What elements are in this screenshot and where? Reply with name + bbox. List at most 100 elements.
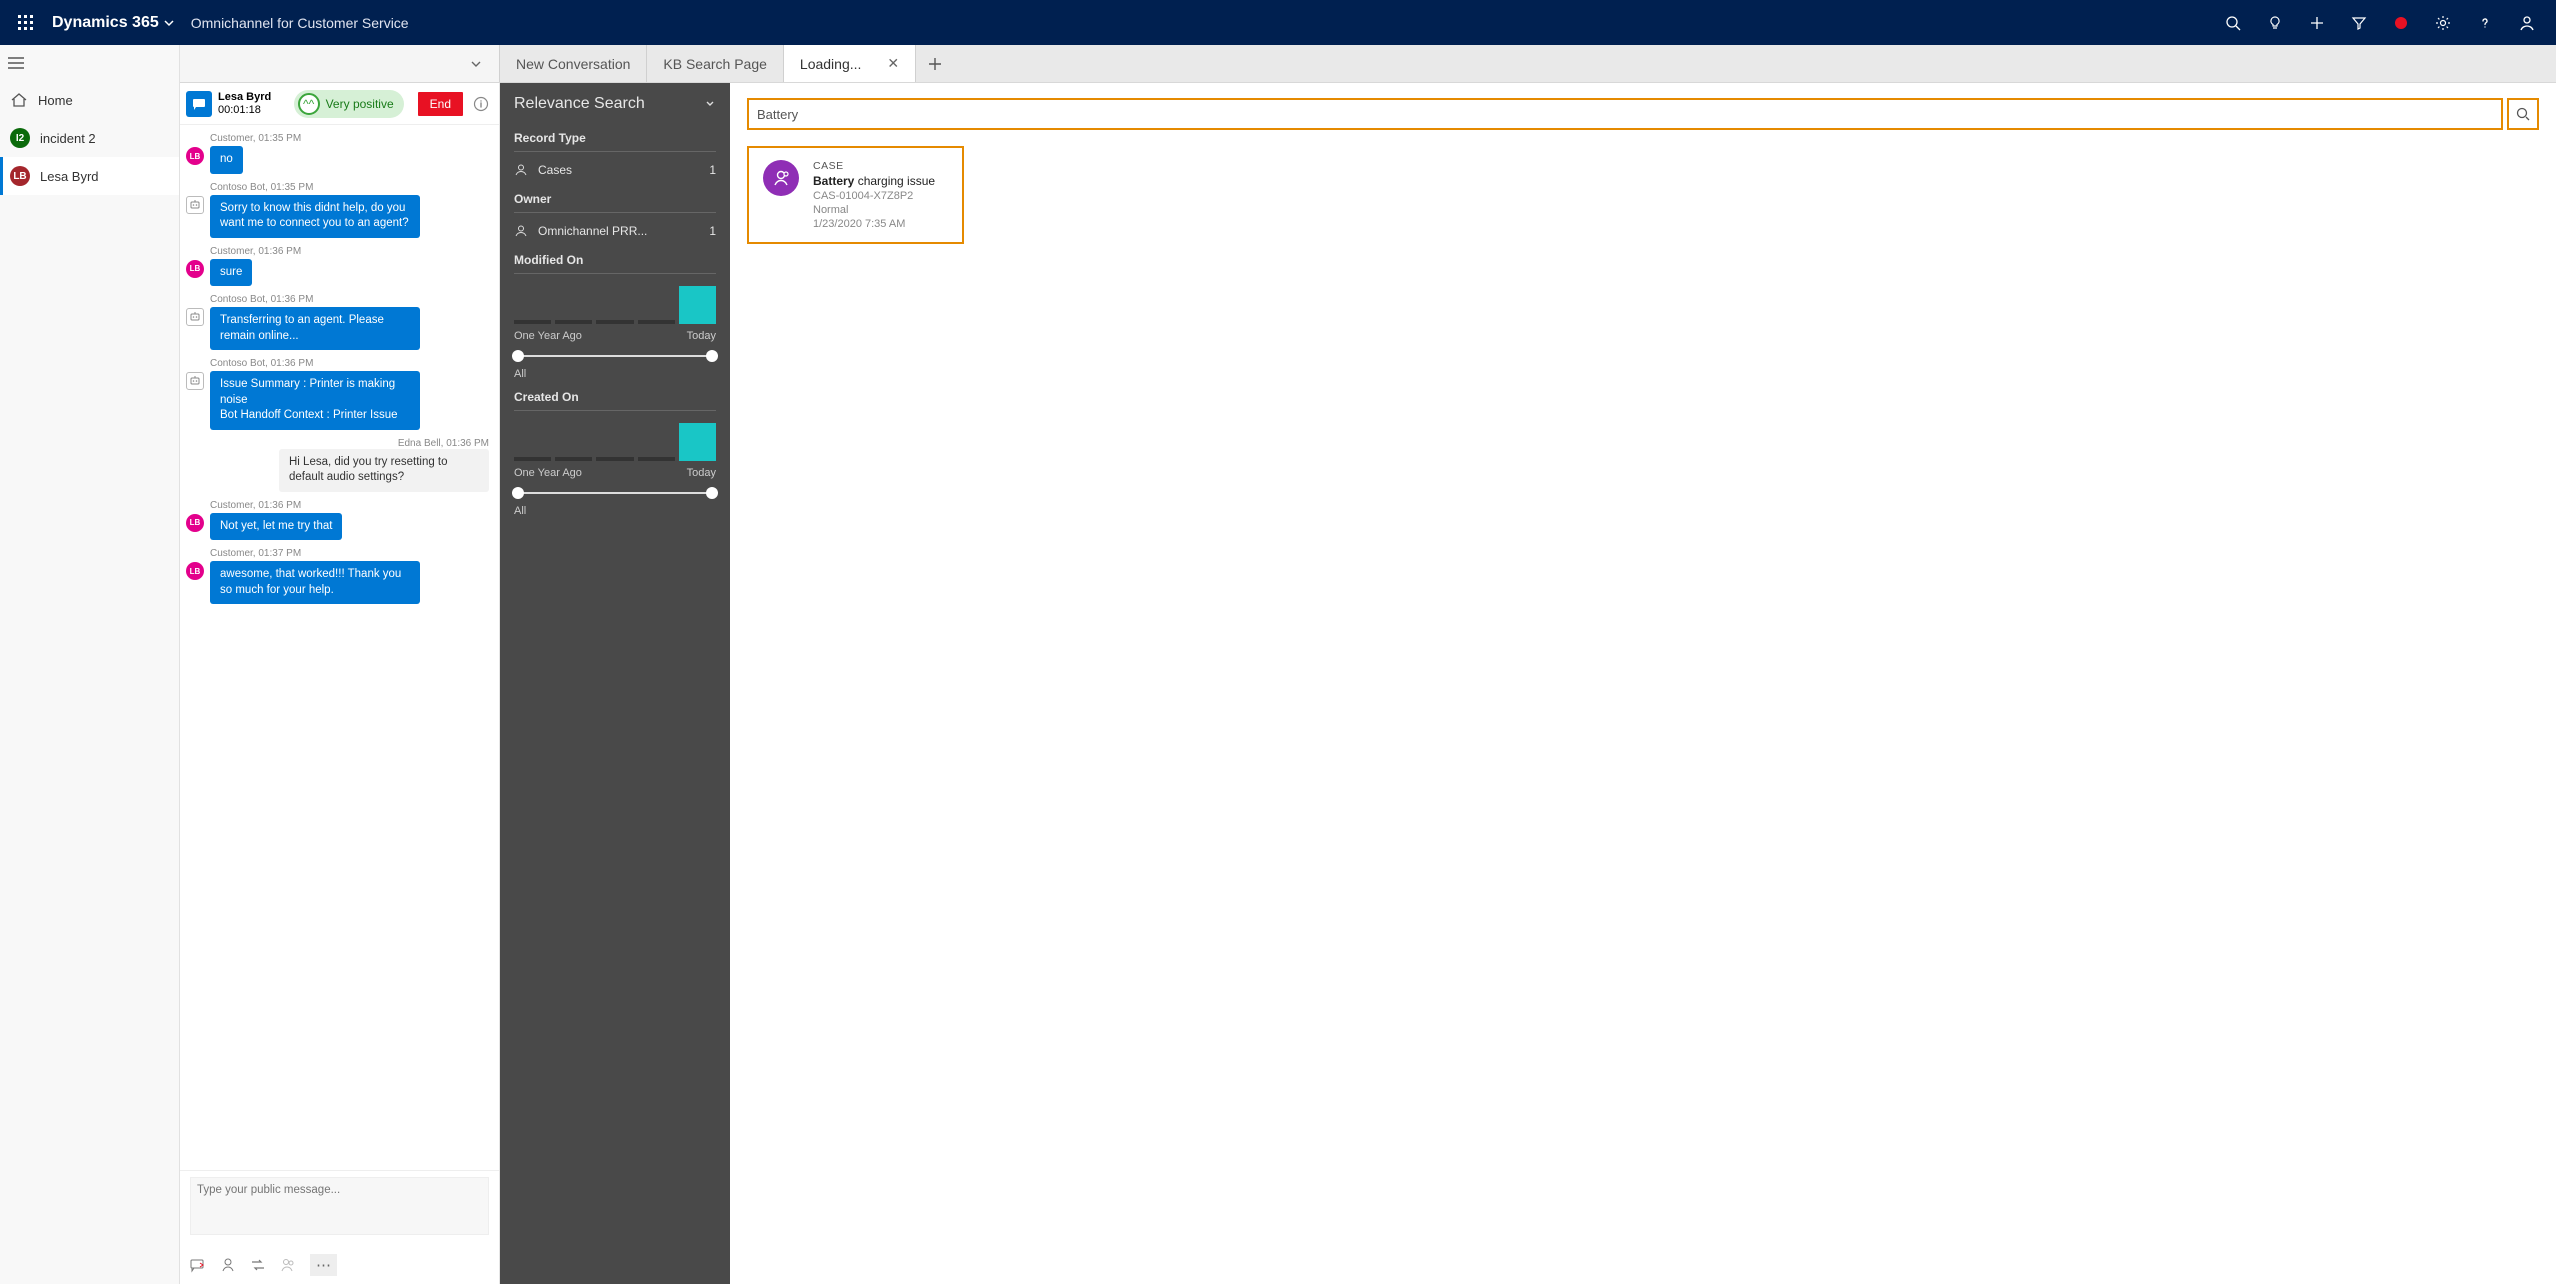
msg-bubble: no	[210, 146, 243, 174]
msg-meta: Customer, 01:36 PM	[210, 500, 342, 511]
message-input[interactable]	[190, 1177, 489, 1235]
axis-right: Today	[687, 467, 716, 479]
sidebar-item-conversation[interactable]: LB Lesa Byrd	[0, 157, 179, 195]
session-picker[interactable]	[180, 45, 500, 82]
relevance-title-text: Relevance Search	[514, 95, 645, 113]
sidebar-item-label: Lesa Byrd	[40, 169, 99, 184]
close-icon[interactable]: ✕	[887, 55, 899, 72]
conversation-header: Lesa Byrd 00:01:18 ^^ Very positive End	[180, 83, 499, 125]
conversation-body[interactable]: LB Customer, 01:35 PM no Contoso Bot, 01:3…	[180, 125, 499, 1170]
filter-count: 1	[709, 163, 716, 177]
axis-left: One Year Ago	[514, 467, 582, 479]
bot-icon	[186, 196, 204, 214]
sidebar-item-incident[interactable]: I2 incident 2	[0, 119, 179, 157]
quick-reply-icon[interactable]	[190, 1257, 206, 1273]
account-icon[interactable]	[2506, 2, 2548, 44]
msg-meta: Contoso Bot, 01:36 PM	[210, 294, 420, 305]
bot-icon	[186, 372, 204, 390]
avatar: LB	[10, 166, 30, 186]
filter-label: Cases	[538, 163, 572, 177]
avatar: LB	[186, 514, 204, 532]
axis-left: One Year Ago	[514, 330, 582, 342]
info-icon[interactable]	[469, 96, 493, 112]
result-date: 1/23/2020 7:35 AM	[813, 218, 935, 230]
filter-owner[interactable]: Omnichannel PRR... 1	[514, 219, 716, 243]
msg-bubble: Sorry to know this didnt help, do you wa…	[210, 195, 420, 238]
filter-icon[interactable]	[2338, 2, 2380, 44]
sidebar-item-home[interactable]: Home	[0, 81, 179, 119]
brand-switcher[interactable]: Dynamics 365	[52, 14, 175, 32]
record-type-heading: Record Type	[514, 131, 716, 145]
result-caseno: CAS-01004-X7Z8P2	[813, 190, 935, 202]
avatar: I2	[10, 128, 30, 148]
avatar: LB	[186, 147, 204, 165]
lightbulb-icon[interactable]	[2254, 2, 2296, 44]
end-button[interactable]: End	[418, 92, 463, 116]
chevron-down-icon	[163, 17, 175, 29]
chevron-down-icon	[469, 57, 483, 71]
result-title: Battery charging issue	[813, 174, 935, 188]
search-input[interactable]	[748, 99, 2502, 129]
new-tab-button[interactable]	[916, 45, 954, 82]
filter-count: 1	[709, 224, 716, 238]
app-name: Omnichannel for Customer Service	[191, 15, 409, 31]
modified-histogram	[514, 280, 716, 324]
modified-slider[interactable]	[514, 348, 716, 364]
home-icon	[10, 91, 28, 109]
customer-name: Lesa Byrd	[218, 91, 271, 103]
transfer-icon[interactable]	[250, 1257, 266, 1273]
msg-meta: Customer, 01:35 PM	[210, 133, 301, 144]
gear-icon[interactable]	[2422, 2, 2464, 44]
person-icon	[514, 224, 528, 238]
msg-meta: Contoso Bot, 01:35 PM	[210, 182, 420, 193]
msg-bubble: sure	[210, 259, 252, 287]
created-slider[interactable]	[514, 485, 716, 501]
person-icon	[514, 163, 528, 177]
more-icon[interactable]: ⋯	[310, 1254, 337, 1276]
notes-icon[interactable]	[280, 1257, 296, 1273]
owner-heading: Owner	[514, 192, 716, 206]
brand-label: Dynamics 365	[52, 14, 159, 32]
relevance-title[interactable]: Relevance Search	[514, 95, 716, 113]
avatar: LB	[186, 260, 204, 278]
sidebar-item-label: incident 2	[40, 131, 96, 146]
search-results-panel: CASE Battery charging issue CAS-01004-X7…	[730, 83, 2556, 1284]
axis-right: Today	[687, 330, 716, 342]
tab-new-conversation[interactable]: New Conversation	[500, 45, 647, 82]
msg-meta: Customer, 01:36 PM	[210, 246, 301, 257]
help-icon[interactable]	[2464, 2, 2506, 44]
sidebar-item-label: Home	[38, 93, 73, 108]
add-icon[interactable]	[2296, 2, 2338, 44]
conversation-panel: Lesa Byrd 00:01:18 ^^ Very positive End …	[180, 83, 500, 1284]
msg-bubble: awesome, that worked!!! Thank you so muc…	[210, 561, 420, 604]
chevron-down-icon	[704, 98, 716, 110]
tab-loading[interactable]: Loading... ✕	[784, 45, 916, 82]
consult-icon[interactable]	[220, 1257, 236, 1273]
presence-indicator[interactable]	[2380, 2, 2422, 44]
smile-icon: ^^	[298, 93, 320, 115]
topbar: Dynamics 365 Omnichannel for Customer Se…	[0, 0, 2556, 45]
bot-icon	[186, 308, 204, 326]
search-button[interactable]	[2508, 99, 2538, 129]
left-sidebar: Home I2 incident 2 LB Lesa Byrd	[0, 45, 180, 1284]
tab-strip: New Conversation KB Search Page Loading.…	[180, 45, 2556, 83]
msg-bubble: Not yet, let me try that	[210, 513, 342, 541]
filter-cases[interactable]: Cases 1	[514, 158, 716, 182]
relevance-panel: Relevance Search Record Type Cases 1 Own…	[500, 83, 730, 1284]
search-result-card[interactable]: CASE Battery charging issue CAS-01004-X7…	[748, 147, 963, 243]
msg-bubble: Transferring to an agent. Please remain …	[210, 307, 420, 350]
tab-kb-search[interactable]: KB Search Page	[647, 45, 784, 82]
message-input-area	[180, 1170, 499, 1246]
app-launcher-icon[interactable]	[8, 5, 44, 41]
search-icon[interactable]	[2212, 2, 2254, 44]
tab-label: KB Search Page	[663, 56, 767, 72]
slider-label: All	[514, 505, 716, 517]
avatar: LB	[186, 562, 204, 580]
tab-label: Loading...	[800, 56, 862, 72]
search-icon	[2516, 107, 2530, 121]
sidebar-toggle-icon[interactable]	[0, 45, 179, 81]
msg-meta: Customer, 01:37 PM	[210, 548, 420, 559]
msg-bubble: Hi Lesa, did you try resetting to defaul…	[279, 449, 489, 492]
result-priority: Normal	[813, 204, 935, 216]
created-heading: Created On	[514, 390, 716, 404]
